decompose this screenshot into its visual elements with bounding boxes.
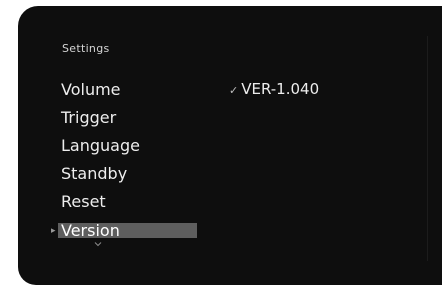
menu-item-reset[interactable]: Reset	[58, 190, 197, 218]
check-icon: ✓	[229, 84, 239, 97]
chevron-down-icon[interactable]	[94, 241, 102, 247]
menu-item-trigger[interactable]: Trigger	[58, 106, 197, 134]
menu-item-label: Reset	[61, 192, 106, 211]
pointer-arrow-icon: ▸	[51, 226, 56, 236]
page-title: Settings	[62, 42, 110, 55]
menu-item-volume[interactable]: Volume	[58, 78, 197, 106]
menu-item-label: Trigger	[61, 108, 117, 127]
menu-item-label: Volume	[61, 80, 121, 99]
menu-item-version[interactable]: ▸ Version	[51, 221, 197, 240]
menu-item-label: Language	[61, 136, 140, 155]
menu-item-label: Standby	[61, 164, 128, 183]
menu-item-language[interactable]: Language	[58, 134, 197, 162]
menu-item-label: Version	[61, 221, 120, 240]
settings-menu: Volume Trigger Language Standby Reset ▸ …	[51, 78, 197, 240]
menu-item-standby[interactable]: Standby	[58, 162, 197, 190]
panel-divider	[427, 36, 428, 261]
version-value: ✓ VER-1.040	[229, 80, 319, 98]
version-text: VER-1.040	[241, 80, 320, 98]
